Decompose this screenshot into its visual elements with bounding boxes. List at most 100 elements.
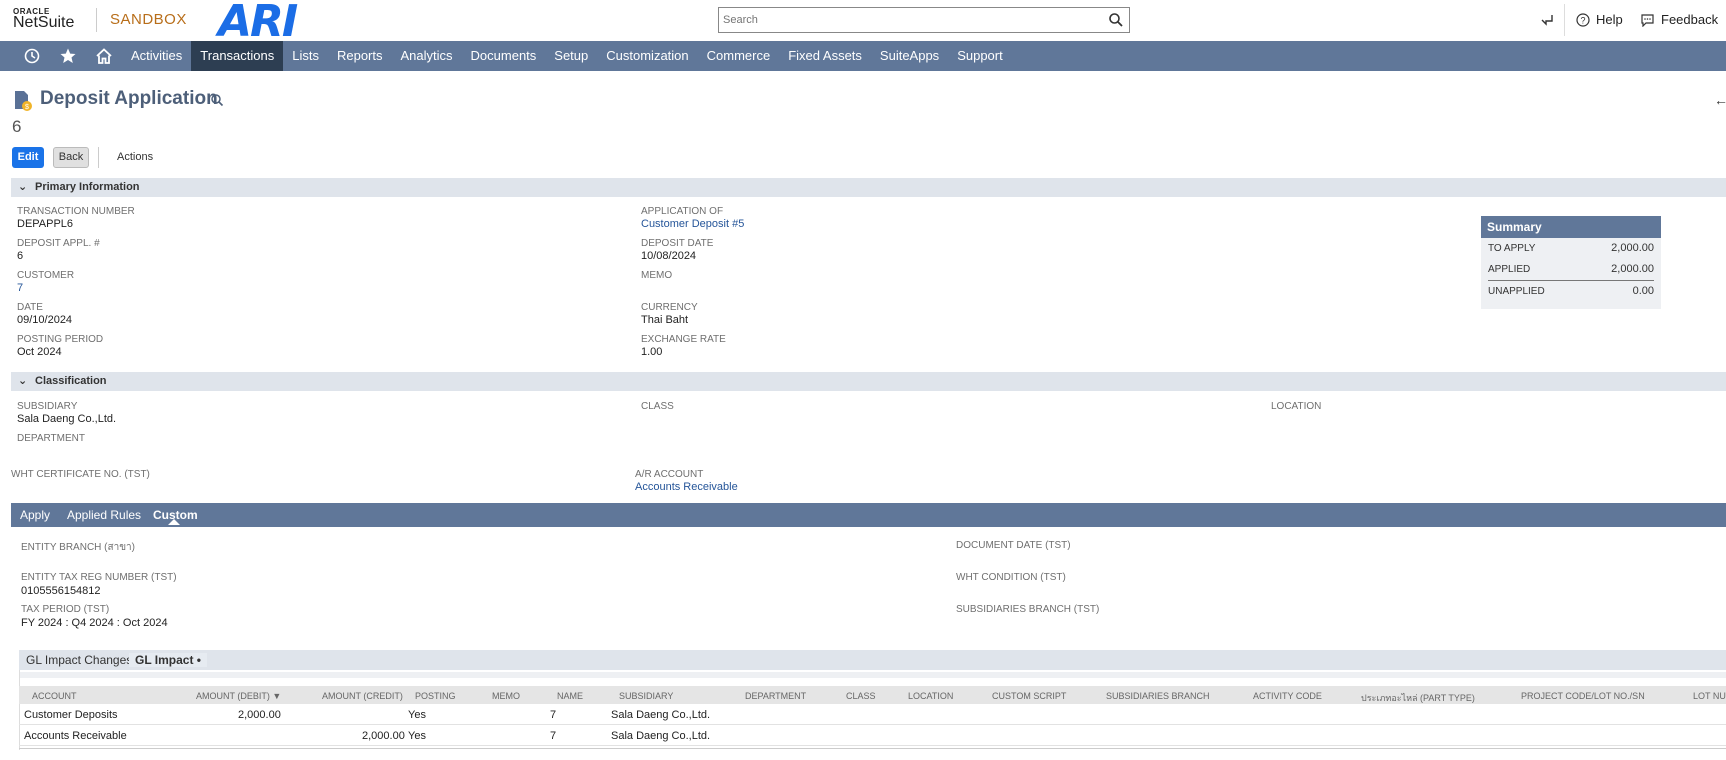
posting-period-value: Oct 2024 [17,346,62,358]
gl-account-link[interactable]: Customer Deposits [24,709,118,721]
summary-title: Summary [1481,216,1661,238]
exchange-rate-value: 1.00 [641,346,663,358]
help-link[interactable]: ? Help [1576,12,1623,27]
currency-label: CURRENCY [641,302,698,313]
company-logo: ARI [218,0,298,47]
recent-records-icon[interactable] [1538,11,1556,29]
applied-label: APPLIED [1488,264,1531,275]
deposit-date-label: DEPOSIT DATE [641,238,714,249]
global-search[interactable] [718,7,1130,33]
tab-gl-impact[interactable]: GL Impact • [129,653,207,667]
main-navigation: Activities Transactions Lists Reports An… [0,41,1726,71]
classification-header[interactable]: ⌄ Classification [11,372,1726,391]
applied-value: 2,000.00 [1611,263,1654,275]
deposit-appl-label: DEPOSIT APPL. # [17,238,100,249]
tab-apply[interactable]: Apply [20,508,50,522]
col-custom-script[interactable]: CUSTOM SCRIPT [992,691,1066,701]
unapplied-label: UNAPPLIED [1488,286,1545,297]
col-part-type[interactable]: ประเภทอะไหล่ (PART TYPE) [1361,691,1475,705]
currency-value: Thai Baht [641,314,689,326]
svg-text:$: $ [25,104,29,111]
tab-applied-rules[interactable]: Applied Rules [67,508,141,522]
feedback-icon [1641,13,1654,27]
gl-posting: Yes [408,709,426,721]
gl-subsidiary: Sala Daeng Co.,Ltd. [611,709,711,721]
actions-menu[interactable]: Actions [117,151,153,163]
recent-history-icon[interactable] [14,41,50,71]
section-title: Classification [35,375,107,387]
col-amount-credit[interactable]: AMOUNT (CREDIT) [322,691,403,701]
application-of-link[interactable]: Customer Deposit #5 [641,218,744,230]
deposit-date-value: 10/08/2024 [641,250,697,262]
col-subsidiaries-branch[interactable]: SUBSIDIARIES BRANCH [1106,691,1210,701]
subsidiaries-branch-label: SUBSIDIARIES BRANCH (TST) [956,604,1100,615]
back-button[interactable]: Back [53,147,89,168]
search-record-icon[interactable] [210,93,224,107]
logo-divider [96,8,97,32]
ar-account-label: A/R ACCOUNT [635,469,704,480]
nav-activities[interactable]: Activities [122,41,191,71]
tax-period-label: TAX PERIOD (TST) [21,604,110,615]
nav-customization[interactable]: Customization [597,41,697,71]
nav-support[interactable]: Support [948,41,1012,71]
gl-table-header: ACCOUNT AMOUNT (DEBIT) ▼ AMOUNT (CREDIT)… [19,686,1726,704]
customer-link[interactable]: 7 [17,282,23,294]
customer-label: CUSTOMER [17,270,75,281]
col-account[interactable]: ACCOUNT [32,691,77,701]
ar-account-link[interactable]: Accounts Receivable [635,481,738,493]
col-memo[interactable]: MEMO [492,691,520,701]
table-row: Customer Deposits 2,000.00 Yes 7 Sala Da… [19,704,1726,725]
subsidiary-label: SUBSIDIARY [17,401,78,412]
wht-certificate-label: WHT CERTIFICATE NO. (TST) [11,469,150,480]
nav-reports[interactable]: Reports [328,41,392,71]
entity-tax-reg-label: ENTITY TAX REG NUMBER (TST) [21,572,177,583]
application-of-label: APPLICATION OF [641,206,724,217]
search-icon[interactable] [1108,12,1124,28]
gl-account-link[interactable]: Accounts Receivable [24,730,127,742]
memo-label: MEMO [641,270,673,281]
tab-gl-impact-changes[interactable]: GL Impact Changes [26,653,132,667]
back-arrow-icon[interactable]: ← [1714,92,1726,108]
unapplied-value: 0.00 [1632,285,1654,297]
department-label: DEPARTMENT [17,433,85,444]
gl-posting: Yes [408,730,426,742]
nav-lists[interactable]: Lists [283,41,328,71]
search-input[interactable] [719,8,1099,32]
nav-setup[interactable]: Setup [545,41,597,71]
col-location[interactable]: LOCATION [908,691,953,701]
nav-suiteapps[interactable]: SuiteApps [871,41,948,71]
top-header: ORACLE NetSuite SANDBOX ARI ? Help Feedb… [0,0,1726,47]
netsuite-logo[interactable]: NetSuite [13,14,74,32]
help-icon: ? [1576,12,1590,27]
nav-commerce[interactable]: Commerce [698,41,780,71]
col-posting[interactable]: POSTING [415,691,456,701]
nav-fixed-assets[interactable]: Fixed Assets [779,41,871,71]
edit-button[interactable]: Edit [12,147,44,168]
col-class[interactable]: CLASS [846,691,876,701]
col-department[interactable]: DEPARTMENT [745,691,806,701]
col-activity-code[interactable]: ACTIVITY CODE [1253,691,1322,701]
nav-documents[interactable]: Documents [462,41,546,71]
favorites-star-icon[interactable] [50,41,86,71]
nav-transactions[interactable]: Transactions [191,41,284,71]
col-name[interactable]: NAME [557,691,583,701]
col-lot-num[interactable]: LOT NUM [1693,691,1726,701]
section-title: Primary Information [35,181,140,193]
primary-information-header[interactable]: ⌄ Primary Information [11,178,1726,197]
tax-period-value: FY 2024 : Q4 2024 : Oct 2024 [21,617,168,629]
feedback-link[interactable]: Feedback [1640,12,1718,27]
to-apply-label: TO APPLY [1488,243,1536,254]
col-amount-debit[interactable]: AMOUNT (DEBIT) ▼ [196,691,281,701]
exchange-rate-label: EXCHANGE RATE [641,334,726,345]
summary-to-apply: TO APPLY 2,000.00 [1481,238,1661,259]
col-subsidiary[interactable]: SUBSIDIARY [619,691,673,701]
gl-name-link[interactable]: 7 [550,730,556,742]
summary-applied: APPLIED 2,000.00 [1481,259,1661,280]
gl-name-link[interactable]: 7 [550,709,556,721]
gl-debit: 2,000.00 [238,709,281,721]
nav-analytics[interactable]: Analytics [392,41,462,71]
table-row: Accounts Receivable 2,000.00 Yes 7 Sala … [19,725,1726,746]
col-project-code[interactable]: PROJECT CODE/LOT NO./SN [1521,691,1645,701]
subsidiary-value: Sala Daeng Co.,Ltd. [17,413,117,425]
home-icon[interactable] [86,41,122,71]
